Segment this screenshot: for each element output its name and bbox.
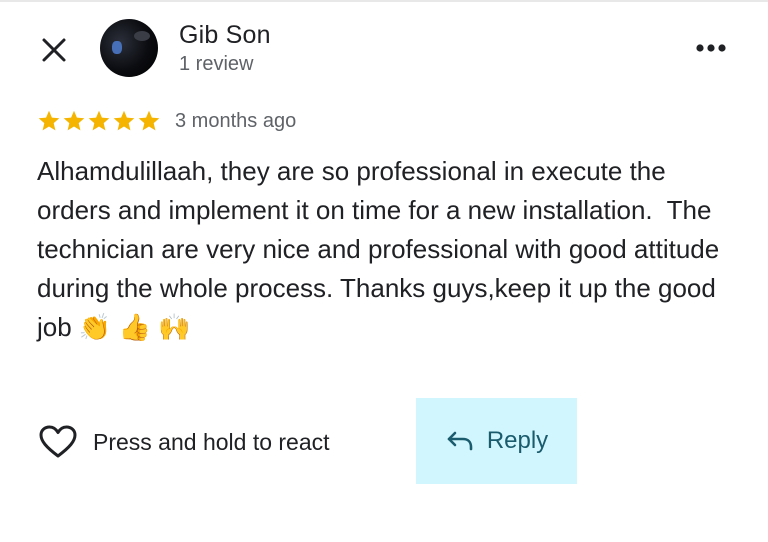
review-text: Alhamdulillaah, they are so professional…	[37, 156, 727, 342]
review-detail-card: Gib Son 1 review 3 months ago Alhamdulil…	[0, 0, 768, 542]
reply-arrow-icon	[445, 428, 475, 454]
avatar-photo-detail	[134, 31, 150, 41]
reply-label: Reply	[486, 427, 549, 454]
reviewer-review-count: 1 review	[179, 53, 254, 75]
avatar[interactable]	[100, 19, 158, 77]
close-icon	[42, 38, 66, 62]
more-options-button[interactable]	[692, 34, 730, 62]
more-vert-icon	[696, 44, 726, 52]
close-button[interactable]	[38, 34, 70, 66]
star-icon	[63, 110, 85, 131]
review-date: 3 months ago	[175, 109, 297, 132]
rating-row: 3 months ago	[37, 106, 296, 136]
react-button[interactable]: Press and hold to react	[38, 420, 330, 464]
top-divider	[0, 0, 768, 2]
avatar-photo-detail	[112, 41, 122, 54]
reviewer-name[interactable]: Gib Son	[179, 21, 271, 50]
star-icon	[113, 110, 135, 131]
react-label: Press and hold to react	[93, 428, 330, 455]
star-icon	[138, 110, 160, 131]
star-icon	[88, 110, 110, 131]
reply-button[interactable]: Reply	[416, 398, 577, 484]
heart-outline-icon	[38, 422, 78, 462]
star-rating	[37, 109, 161, 133]
star-icon	[38, 110, 60, 131]
